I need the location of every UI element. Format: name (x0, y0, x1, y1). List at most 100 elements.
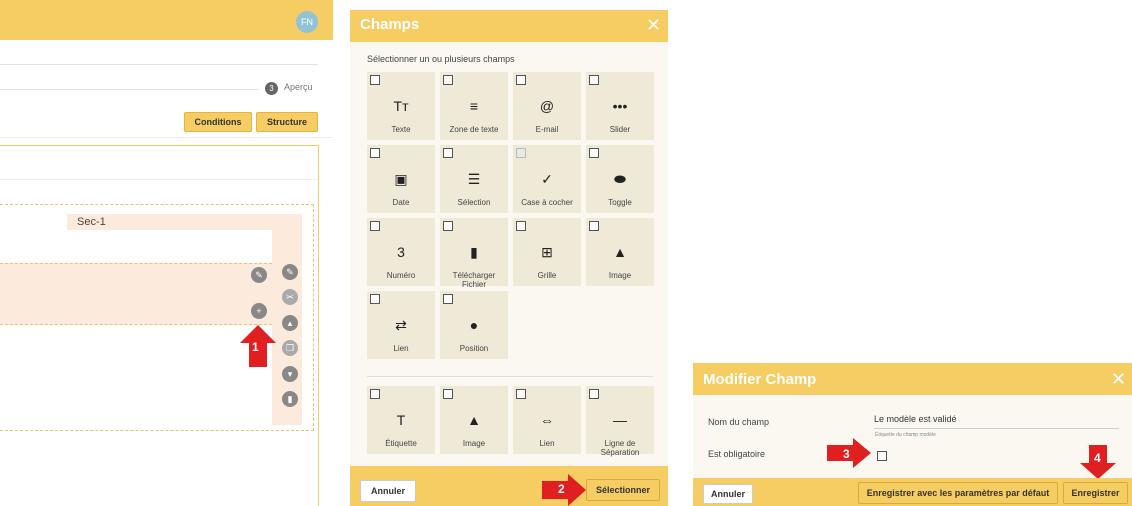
field-type-icon: ☰ (467, 171, 481, 187)
tile-checkbox[interactable] (516, 221, 526, 231)
conditions-button[interactable]: Conditions (184, 112, 252, 132)
dialog-title: Champs (360, 16, 420, 33)
field-type-icon: — (613, 412, 627, 428)
copy-icon[interactable]: ❐ (282, 340, 298, 356)
cancel-button[interactable]: Annuler (360, 480, 416, 502)
field-type-icon: Tт (393, 98, 409, 114)
step-number[interactable]: 3 (265, 82, 278, 95)
field-tile[interactable]: ≡ Zone de texte (440, 72, 508, 140)
field-tile-label: Image (608, 271, 632, 280)
field-type-icon: T (396, 412, 406, 428)
tile-checkbox[interactable] (443, 148, 453, 158)
field-type-icon: ● (469, 317, 479, 333)
field-tile[interactable]: ● Position (440, 291, 508, 359)
field-tile[interactable]: ▲ Image (586, 218, 654, 286)
field-type-icon: ⇔ (540, 412, 554, 428)
field-tile[interactable]: ▮ Télécharger Fichier (440, 218, 508, 289)
field-type-icon: ✓ (541, 171, 553, 187)
tile-checkbox[interactable] (370, 294, 380, 304)
move-up-icon[interactable]: ▴ (282, 315, 298, 331)
tile-checkbox[interactable] (589, 148, 599, 158)
tile-checkbox[interactable] (370, 148, 380, 158)
field-tile-label: Zone de texte (449, 125, 499, 134)
tile-checkbox[interactable] (516, 75, 526, 85)
tile-checkbox[interactable] (516, 148, 526, 158)
field-tile[interactable]: Tт Texte (367, 72, 435, 140)
close-icon[interactable]: ✕ (1111, 369, 1126, 390)
user-avatar[interactable]: FN (296, 11, 318, 33)
structure-button[interactable]: Structure (256, 112, 318, 132)
field-type-icon: ▲ (613, 244, 627, 260)
name-field-hint: Étiquette du champ modèle (875, 432, 936, 438)
field-tile[interactable]: ⇄ Lien (367, 291, 435, 359)
field-tile-label: Texte (391, 125, 411, 134)
tile-checkbox[interactable] (443, 389, 453, 399)
delete-icon[interactable]: ▮ (282, 391, 298, 407)
save-button[interactable]: Enregistrer (1063, 482, 1128, 504)
container-top-border (0, 145, 318, 146)
field-row (0, 263, 272, 325)
tile-checkbox[interactable] (443, 294, 453, 304)
move-down-icon[interactable]: ▾ (282, 366, 298, 382)
field-tile[interactable]: ▣ Date (367, 145, 435, 213)
field-type-icon: @ (539, 98, 555, 114)
tile-checkbox[interactable] (589, 75, 599, 85)
name-field-input[interactable]: Le modèle est validé (874, 414, 957, 424)
field-tile[interactable]: ⬬ Toggle (586, 145, 654, 213)
section-label: Sec-1 (77, 216, 106, 228)
tile-checkbox[interactable] (443, 75, 453, 85)
field-tile[interactable]: — Ligne de Séparation (586, 386, 654, 457)
tile-checkbox[interactable] (589, 389, 599, 399)
field-tile-label: Image (462, 439, 486, 448)
field-tile[interactable]: ✓ Case à cocher (513, 145, 581, 213)
divider (367, 376, 653, 377)
tile-checkbox[interactable] (370, 389, 380, 399)
dialog-subtitle: Sélectionner un ou plusieurs champs (367, 54, 515, 64)
field-tile[interactable]: ••• Slider (586, 72, 654, 140)
section-header: Sec-1 (67, 214, 302, 230)
save-default-button[interactable]: Enregistrer avec les paramètres par défa… (858, 482, 1058, 504)
marker-number: 2 (558, 482, 565, 496)
top-bar (0, 0, 333, 40)
field-tile-label: Position (459, 344, 489, 353)
tile-checkbox[interactable] (516, 389, 526, 399)
field-tile-label: E-mail (535, 125, 559, 134)
tile-checkbox[interactable] (370, 221, 380, 231)
field-type-icon: 3 (397, 244, 405, 260)
field-tile[interactable]: @ E-mail (513, 72, 581, 140)
tile-checkbox[interactable] (370, 75, 380, 85)
tile-checkbox[interactable] (443, 221, 453, 231)
modifier-champ-dialog: Modifier Champ ✕ Nom du champ Le modèle … (693, 363, 1132, 506)
name-field-label: Nom du champ (708, 417, 770, 427)
select-button[interactable]: Sélectionner (586, 479, 660, 501)
field-tile[interactable]: ☰ Sélection (440, 145, 508, 213)
field-type-icon: ≡ (469, 98, 479, 114)
field-tile[interactable]: T Étiquette (367, 386, 435, 454)
edit-section-icon[interactable]: ✎ (282, 264, 298, 280)
step-label[interactable]: Aperçu (284, 82, 313, 92)
field-tile[interactable]: ⊞ Grille (513, 218, 581, 286)
field-type-icon: ••• (612, 98, 628, 114)
field-tile-label: Lien (393, 344, 409, 353)
field-tile-label: Slider (609, 125, 631, 134)
cancel-button[interactable]: Annuler (703, 484, 753, 504)
field-type-icon: ⬬ (614, 171, 626, 187)
field-tile[interactable]: ⇔ Lien (513, 386, 581, 454)
add-field-icon[interactable]: + (251, 303, 267, 319)
edit-row-icon[interactable]: ✎ (251, 267, 267, 283)
input-underline (874, 428, 1119, 429)
dialog-title: Modifier Champ (703, 371, 817, 388)
field-tile-label: Case à cocher (521, 198, 573, 207)
marker-number: 4 (1094, 451, 1101, 465)
scissors-icon[interactable]: ✂ (282, 289, 298, 305)
required-checkbox[interactable] (877, 451, 887, 461)
close-icon[interactable]: ✕ (646, 15, 661, 36)
divider (0, 179, 318, 180)
field-tile-label: Toggle (608, 198, 632, 207)
tile-checkbox[interactable] (589, 221, 599, 231)
field-tile-label: Ligne de Séparation (600, 439, 640, 457)
field-tile[interactable]: ▲ Image (440, 386, 508, 454)
marker-number: 1 (252, 340, 259, 354)
field-type-icon: ⇄ (395, 317, 407, 333)
field-tile[interactable]: 3 Numéro (367, 218, 435, 286)
